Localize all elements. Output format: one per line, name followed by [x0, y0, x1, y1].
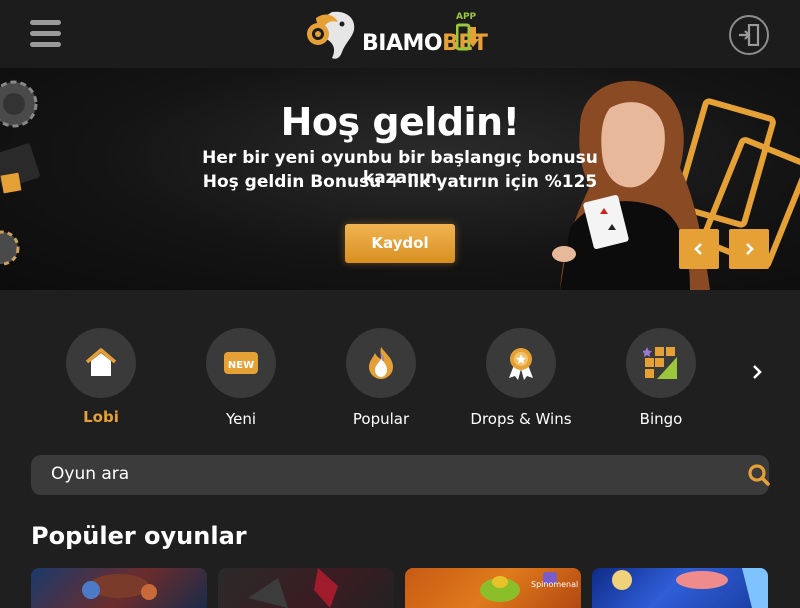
home-icon	[85, 348, 117, 376]
app-download-badge[interactable]: APP	[456, 12, 480, 52]
hero-banner: Hoş geldin! Her bir yeni oyunbu bir başl…	[0, 68, 800, 290]
category-icon-circle	[486, 328, 556, 398]
category-label-drops-wins: Drops & Wins	[470, 410, 572, 428]
register-button[interactable]: Kaydol	[345, 224, 455, 263]
category-lobby[interactable]: Lobi	[31, 328, 171, 438]
category-drops-wins[interactable]: Drops & Wins	[451, 328, 591, 438]
phone-download-icon	[456, 23, 479, 51]
category-bingo[interactable]: Bingo	[591, 328, 731, 438]
category-label-popular: Popular	[352, 410, 410, 428]
bingo-grid-icon	[643, 347, 677, 379]
search-placeholder: Oyun ara	[51, 464, 130, 484]
category-label-bingo: Bingo	[639, 410, 683, 428]
category-icon-circle: NEW	[206, 328, 276, 398]
game-thumbnail[interactable]	[31, 568, 207, 608]
search-icon[interactable]	[747, 463, 771, 487]
biamobet-logo[interactable]: BIAMOBET APP	[302, 8, 488, 62]
category-icon-circle	[346, 328, 416, 398]
hamburger-menu-icon[interactable]	[30, 20, 62, 48]
category-label-new: Yeni	[225, 410, 257, 428]
svg-text:NEW: NEW	[228, 360, 254, 371]
app-badge-label: APP	[456, 12, 477, 22]
popular-games-title: Popüler oyunlar	[31, 522, 247, 550]
hero-subtitle-line-2: Hoş geldin Bonusu + ilk yatırın için %12…	[202, 172, 598, 192]
award-ribbon-icon	[509, 348, 533, 380]
top-header: BIAMOBET APP	[0, 0, 800, 68]
category-label-lobby: Lobi	[83, 408, 119, 426]
banner-prev-button[interactable]	[679, 229, 719, 269]
hero-title: Hoş geldin!	[280, 100, 520, 144]
game-art-image	[82, 574, 157, 600]
category-new[interactable]: NEW Yeni	[171, 328, 311, 438]
chevron-right-icon	[746, 243, 754, 255]
chevron-right-icon	[753, 365, 762, 379]
game-thumbnail[interactable]: Spinomenal	[405, 568, 581, 608]
category-icon-circle	[66, 328, 136, 398]
game-search-input[interactable]: Oyun ara	[31, 455, 771, 495]
banner-next-button[interactable]	[729, 229, 769, 269]
game-thumbnail[interactable]	[592, 568, 768, 608]
game-thumbnail[interactable]	[218, 568, 394, 608]
category-popular[interactable]: Popular	[311, 328, 451, 438]
category-scroll-next-button[interactable]	[745, 358, 769, 386]
chevron-left-icon	[694, 243, 702, 255]
new-badge-icon: NEW	[224, 352, 258, 374]
flame-icon	[369, 347, 393, 379]
logo-mascot-icon	[307, 11, 355, 59]
category-bar: Lobi NEW Yeni Popular Drops & Wins Bingo	[0, 290, 800, 450]
game-art-image	[248, 568, 338, 608]
login-button[interactable]	[729, 15, 769, 55]
category-icon-circle	[626, 328, 696, 398]
game-art-image	[612, 568, 768, 608]
casino-chips-decoration-icon	[0, 80, 40, 266]
login-icon	[739, 24, 760, 46]
game-provider-label: Spinomenal	[531, 580, 579, 589]
